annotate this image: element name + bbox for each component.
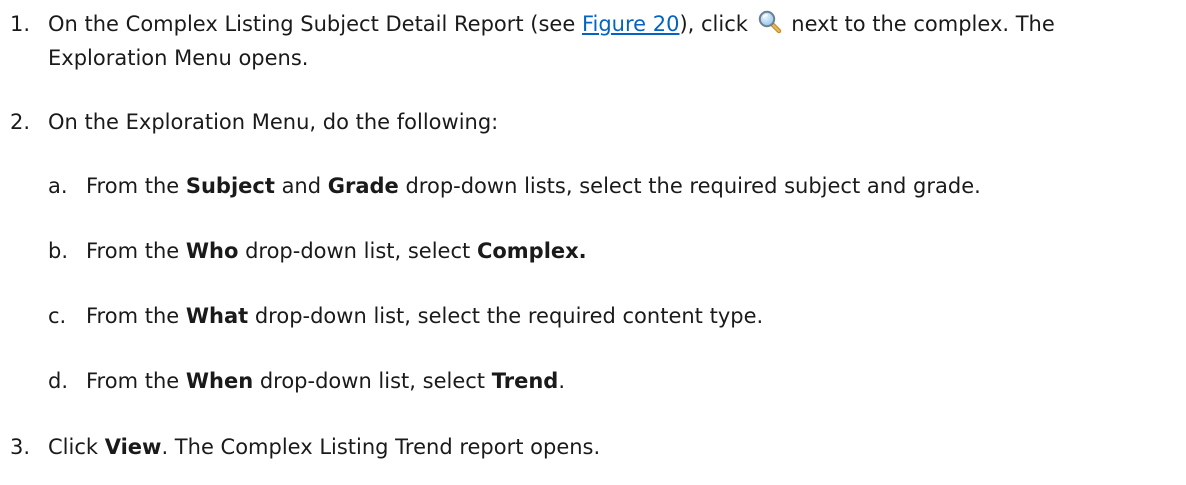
step-1-post: next to the complex. The: [784, 12, 1055, 36]
step-1-continuation: Exploration Menu opens.: [48, 46, 309, 70]
magnifier-icon: [757, 10, 783, 34]
step-1-number: 1.: [10, 12, 31, 36]
substep-d-t3: .: [558, 369, 565, 393]
substep-a-t2: and: [274, 174, 328, 198]
substep-c-text: From the What drop-down list, select the…: [86, 302, 763, 330]
grade-term: Grade: [327, 174, 399, 198]
substep-d-t2: drop-down list, select: [253, 369, 492, 393]
step-3-text: Click View. The Complex Listing Trend re…: [48, 433, 600, 461]
substep-a-t1: From the: [86, 174, 186, 198]
what-term: What: [185, 304, 249, 328]
substep-a-t3: drop-down lists, select the required sub…: [398, 174, 981, 198]
instruction-document: 1. On the Complex Listing Subject Detail…: [0, 0, 1186, 485]
step-1-mid: ), click: [679, 12, 755, 36]
substep-c-t1: From the: [86, 304, 186, 328]
substep-c-t2: drop-down list, select the required cont…: [248, 304, 764, 328]
substep-d-t1: From the: [86, 369, 186, 393]
who-term: Who: [185, 239, 239, 263]
step-3-t1: Click: [48, 435, 105, 459]
substep-a-letter: a.: [48, 174, 68, 198]
substep-b-t1: From the: [86, 239, 186, 263]
when-term: When: [185, 369, 254, 393]
substep-d-text: From the When drop-down list, select Tre…: [86, 367, 565, 395]
substep-b-text: From the Who drop-down list, select Comp…: [86, 237, 587, 265]
step-3-number: 3.: [10, 435, 31, 459]
substep-b-letter: b.: [48, 239, 69, 263]
step-2-text: On the Exploration Menu, do the followin…: [48, 110, 499, 134]
trend-term: Trend: [491, 369, 559, 393]
substep-d-letter: d.: [48, 369, 69, 393]
step-2-number: 2.: [10, 110, 31, 134]
substep-a-text: From the Subject and Grade drop-down lis…: [86, 172, 981, 200]
substep-b-t2: drop-down list, select: [238, 239, 477, 263]
step-1-pre: On the Complex Listing Subject Detail Re…: [48, 12, 582, 36]
substep-c-letter: c.: [48, 304, 67, 328]
subject-term: Subject: [185, 174, 275, 198]
figure-20-link[interactable]: Figure 20: [582, 12, 680, 36]
step-3-t2: . The Complex Listing Trend report opens…: [161, 435, 601, 459]
view-term: View: [104, 435, 162, 459]
complex-term: Complex.: [476, 239, 587, 263]
step-1-text: On the Complex Listing Subject Detail Re…: [48, 10, 1055, 38]
